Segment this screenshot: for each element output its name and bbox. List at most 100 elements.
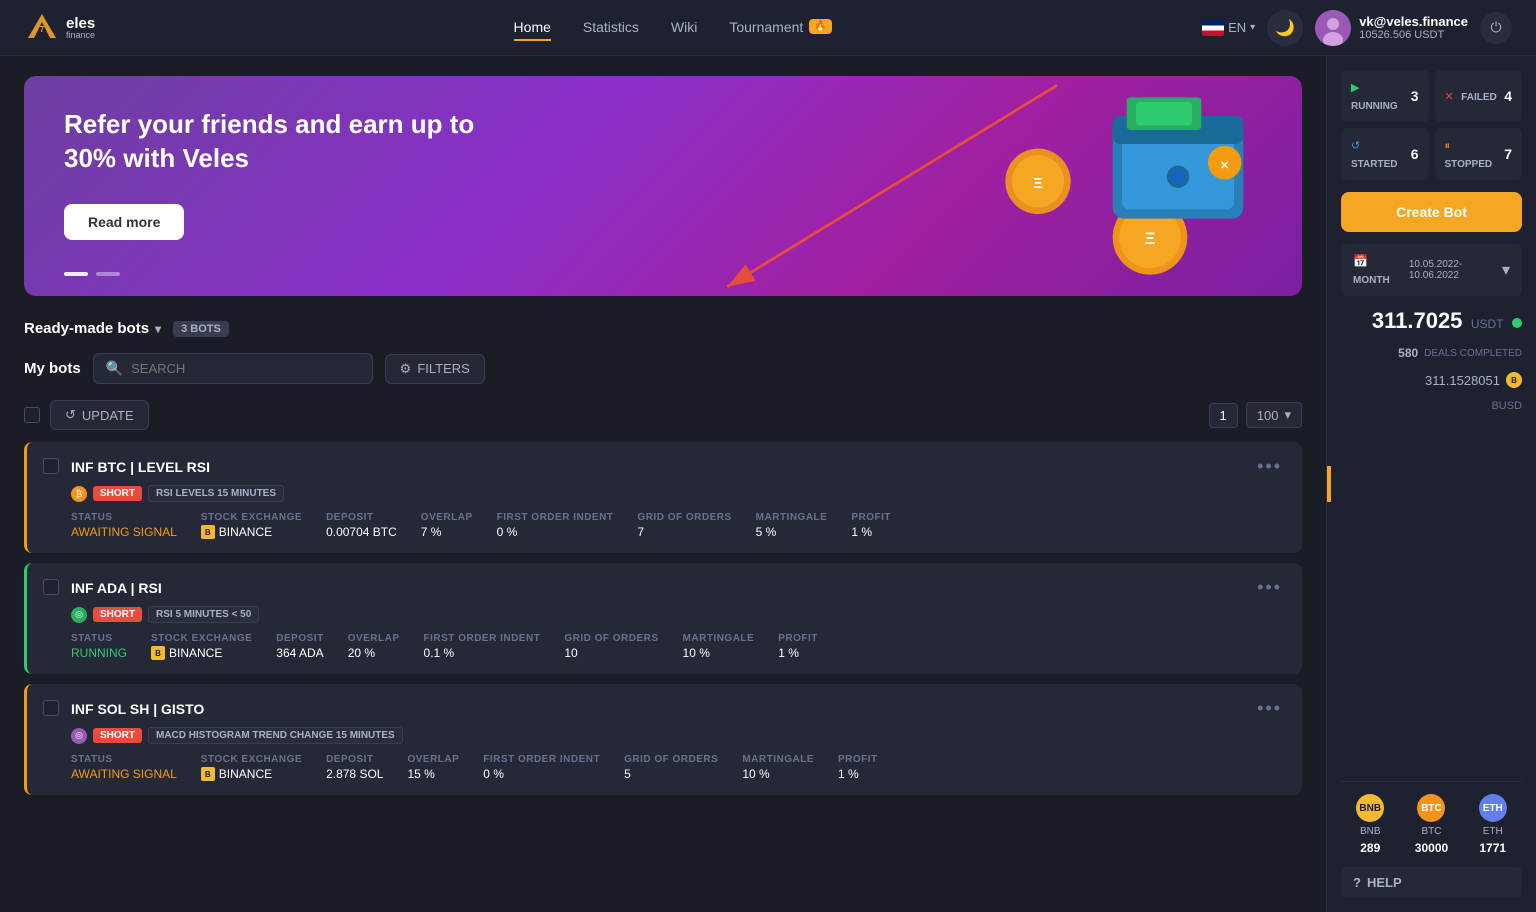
- lang-selector[interactable]: EN ▾: [1202, 20, 1255, 36]
- status-stat: STATUS AWAITING SIGNAL: [71, 512, 177, 539]
- sidebar-collapse-button[interactable]: ›: [1326, 466, 1331, 502]
- overlap-stat: OVERLAP 20 %: [348, 633, 400, 660]
- power-button[interactable]: ⏻: [1480, 12, 1512, 44]
- overlap-stat: OVERLAP 15 %: [407, 754, 459, 781]
- bnb-icon: BNB: [1356, 794, 1384, 822]
- more-options-button[interactable]: •••: [1253, 698, 1286, 719]
- month-selector[interactable]: 📅 MONTH 10.05.2022-10.06.2022 ▾: [1341, 244, 1522, 296]
- signal-tag: RSI LEVELS 15 MINUTES: [148, 485, 284, 502]
- pagination-controls: 1 100 ▾: [1209, 402, 1302, 428]
- bot-tags: ₿ SHORT RSI LEVELS 15 MINUTES: [71, 485, 1286, 502]
- search-box[interactable]: 🔍: [93, 353, 373, 384]
- coin-btc: BTC BTC 30000: [1415, 794, 1448, 855]
- signal-tag: RSI 5 MINUTES < 50: [148, 606, 259, 623]
- failed-count: 4: [1504, 88, 1512, 104]
- binance-icon: B: [201, 525, 215, 539]
- nav-home[interactable]: Home: [514, 15, 551, 41]
- bot-title-row: INF ADA | RSI •••: [71, 577, 1286, 598]
- main-layout: Refer your friends and earn up to 30% wi…: [0, 56, 1536, 912]
- user-balance: 10526.506 USDT: [1359, 29, 1468, 41]
- bot-content: INF SOL SH | GISTO ••• ◎ SHORT MACD HIST…: [71, 698, 1286, 781]
- svg-text:7: 7: [40, 25, 45, 34]
- user-name: vk@veles.finance: [1359, 14, 1468, 29]
- coin-icon: ◎: [71, 607, 87, 623]
- svg-text:✕: ✕: [1220, 160, 1229, 172]
- deposit-stat: DEPOSIT 2.878 SOL: [326, 754, 383, 781]
- running-icon: ▶: [1351, 82, 1359, 94]
- martingale-stat: MARTINGALE 10 %: [742, 754, 814, 781]
- overlap-stat: OVERLAP 7 %: [421, 512, 473, 539]
- first-order-stat: FIRST ORDER INDENT 0 %: [497, 512, 614, 539]
- martingale-stat: MARTINGALE 5 %: [756, 512, 828, 539]
- select-all-checkbox[interactable]: [24, 407, 40, 423]
- deals-count: 580: [1398, 346, 1418, 360]
- chevron-down-icon: ▾: [1284, 407, 1291, 423]
- eth-icon: ETH: [1479, 794, 1507, 822]
- exchange-stat: STOCK EXCHANGE B BINANCE: [201, 512, 302, 539]
- binance-icon: B: [151, 646, 165, 660]
- bot-card: INF BTC | LEVEL RSI ••• ₿ SHORT RSI LEVE…: [24, 442, 1302, 553]
- bot-stats: STATUS RUNNING STOCK EXCHANGE B BINANCE …: [71, 633, 1286, 660]
- page-number: 1: [1209, 403, 1238, 428]
- update-button[interactable]: ↺ UPDATE: [50, 400, 149, 430]
- filters-button[interactable]: ⚙ FILTERS: [385, 354, 485, 384]
- bot-content: INF ADA | RSI ••• ◎ SHORT RSI 5 MINUTES …: [71, 577, 1286, 660]
- promo-banner: Refer your friends and earn up to 30% wi…: [24, 76, 1302, 296]
- more-options-button[interactable]: •••: [1253, 577, 1286, 598]
- bot-name: INF BTC | LEVEL RSI: [71, 459, 210, 475]
- running-count: 3: [1411, 88, 1419, 104]
- chevron-down-icon: ▾: [1502, 260, 1510, 280]
- nav-tournament[interactable]: Tournament 🔥: [729, 15, 831, 41]
- filter-icon: ⚙: [400, 361, 412, 377]
- nav-wiki[interactable]: Wiki: [671, 15, 697, 41]
- more-options-button[interactable]: •••: [1253, 456, 1286, 477]
- binance-icon: B: [201, 767, 215, 781]
- create-bot-button[interactable]: Create Bot: [1341, 192, 1522, 232]
- wallet-illustration: Ξ Ξ ✕: [982, 86, 1262, 286]
- bot-card: INF ADA | RSI ••• ◎ SHORT RSI 5 MINUTES …: [24, 563, 1302, 674]
- bot-tags: ◎ SHORT RSI 5 MINUTES < 50: [71, 606, 1286, 623]
- banner-title: Refer your friends and earn up to 30% wi…: [64, 108, 484, 176]
- logo[interactable]: 7 eles finance: [24, 10, 95, 46]
- first-order-stat: FIRST ORDER INDENT 0 %: [483, 754, 600, 781]
- bot-checkbox[interactable]: [43, 579, 59, 595]
- profit-stat: PROFIT 1 %: [838, 754, 878, 781]
- content-area: Refer your friends and earn up to 30% wi…: [0, 56, 1326, 912]
- busd-amount: 311.1528051: [1425, 373, 1500, 388]
- exchange-value: B BINANCE: [151, 646, 252, 660]
- bot-checkbox[interactable]: [43, 700, 59, 716]
- ready-made-bots-title: Ready-made bots ▾: [24, 320, 161, 337]
- nav-statistics[interactable]: Statistics: [583, 15, 639, 41]
- theme-toggle-button[interactable]: 🌙: [1267, 10, 1303, 46]
- header: 7 eles finance Home Statistics Wiki Tour…: [0, 0, 1536, 56]
- bot-card: INF SOL SH | GISTO ••• ◎ SHORT MACD HIST…: [24, 684, 1302, 795]
- status-grid: ▶ RUNNING 3 ✕ FAILED 4 ↺ STARTED 6: [1341, 70, 1522, 180]
- profit-currency: USDT: [1471, 317, 1504, 331]
- page-size-selector[interactable]: 100 ▾: [1246, 402, 1302, 428]
- exchange-stat: STOCK EXCHANGE B BINANCE: [151, 633, 252, 660]
- status-value: AWAITING SIGNAL: [71, 767, 177, 781]
- help-icon: ?: [1353, 875, 1361, 890]
- chevron-down-icon[interactable]: ▾: [155, 322, 161, 336]
- bot-stats: STATUS AWAITING SIGNAL STOCK EXCHANGE B …: [71, 512, 1286, 539]
- status-stat: STATUS AWAITING SIGNAL: [71, 754, 177, 781]
- my-bots-title: My bots: [24, 360, 81, 377]
- dot-2[interactable]: [96, 272, 120, 276]
- status-value: RUNNING: [71, 646, 127, 660]
- exchange-stat: STOCK EXCHANGE B BINANCE: [201, 754, 302, 781]
- busd-label: BUSD: [1341, 400, 1522, 412]
- bot-tags: ◎ SHORT MACD HISTOGRAM TREND CHANGE 15 M…: [71, 727, 1286, 744]
- read-more-button[interactable]: Read more: [64, 204, 184, 240]
- search-input[interactable]: [131, 361, 360, 376]
- btc-icon: BTC: [1417, 794, 1445, 822]
- help-button[interactable]: ? HELP: [1341, 867, 1522, 898]
- short-tag: SHORT: [93, 486, 142, 501]
- tournament-badge: 🔥: [809, 19, 831, 34]
- coin-bnb: BNB BNB 289: [1356, 794, 1384, 855]
- dot-1[interactable]: [64, 272, 88, 276]
- bot-checkbox[interactable]: [43, 458, 59, 474]
- grid-orders-stat: GRID OF ORDERS 5: [624, 754, 718, 781]
- avatar: [1315, 10, 1351, 46]
- calendar-icon: 📅: [1353, 254, 1368, 268]
- bots-list: INF BTC | LEVEL RSI ••• ₿ SHORT RSI LEVE…: [24, 442, 1302, 795]
